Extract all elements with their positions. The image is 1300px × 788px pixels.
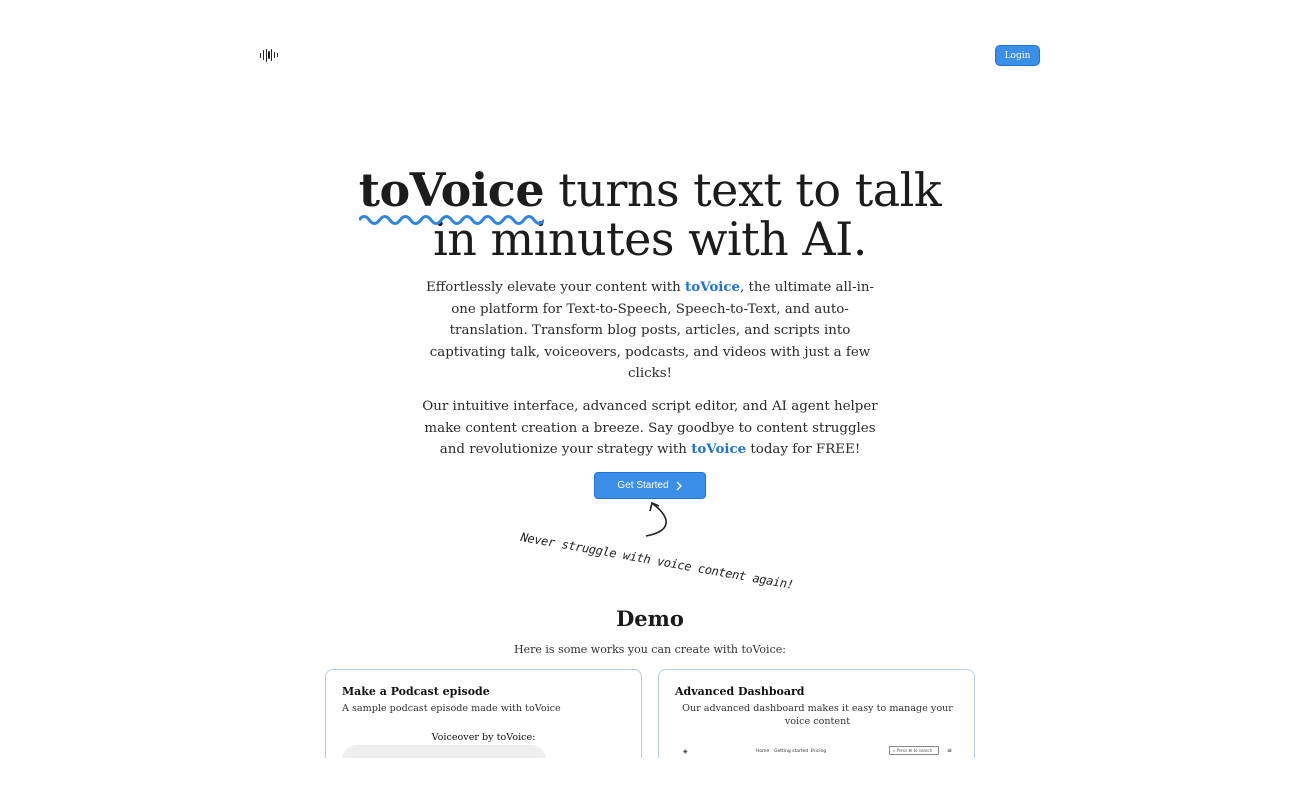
chevron-right-icon: [676, 481, 682, 490]
hand-drawn-arrow-icon: [645, 501, 667, 537]
get-started-label: Get Started: [617, 480, 669, 491]
p1-text-before: Effortlessly elevate your content with: [425, 280, 686, 295]
mini-search-input: ⌕ Press ⌘ to search: [889, 746, 939, 755]
card-title: Make a Podcast episode: [342, 685, 490, 698]
hero-brand: toVoice: [358, 163, 545, 225]
demo-subtitle: Here is some works you can create with t…: [514, 643, 786, 656]
mini-nav-getting-started: Getting started ⌄: [774, 749, 814, 754]
mini-nav-home: Home: [756, 749, 770, 754]
hero-title: toVoice turns text to talk in minutes wi…: [250, 166, 1050, 264]
dashboard-preview-nav: ◈ Home Getting started ⌄ Pricing ⌕ Press…: [677, 746, 959, 758]
get-started-button[interactable]: Get Started: [594, 472, 706, 499]
hero-brand-text: toVoice: [358, 163, 545, 217]
mini-logo-icon: ◈: [683, 748, 688, 755]
card-title: Advanced Dashboard: [675, 685, 805, 698]
hero-paragraph-2: Our intuitive interface, advanced script…: [420, 396, 880, 461]
p1-brand-link[interactable]: toVoice: [685, 279, 740, 295]
hero-paragraph-1: Effortlessly elevate your content with t…: [420, 277, 880, 385]
hero-title-rest: turns text to talk: [544, 163, 942, 217]
login-button[interactable]: Login: [995, 45, 1040, 66]
p1-text-after: , the ultimate all-in-one platform for T…: [429, 280, 875, 382]
logo-waveform-icon[interactable]: [260, 47, 278, 63]
mini-menu-icon: ≡: [947, 747, 953, 754]
mini-nav-pricing: Pricing: [811, 749, 827, 754]
card-description: A sample podcast episode made with toVoi…: [342, 703, 561, 714]
voiceover-label: Voiceover by toVoice:: [431, 732, 536, 743]
p2-brand-link[interactable]: toVoice: [691, 441, 746, 457]
demo-title: Demo: [616, 606, 684, 631]
p2-text-after: today for FREE!: [746, 442, 861, 458]
squiggle-underline-icon: [358, 215, 545, 225]
viewport-bottom: [0, 758, 1300, 788]
card-description: Our advanced dashboard makes it easy to …: [682, 703, 953, 727]
